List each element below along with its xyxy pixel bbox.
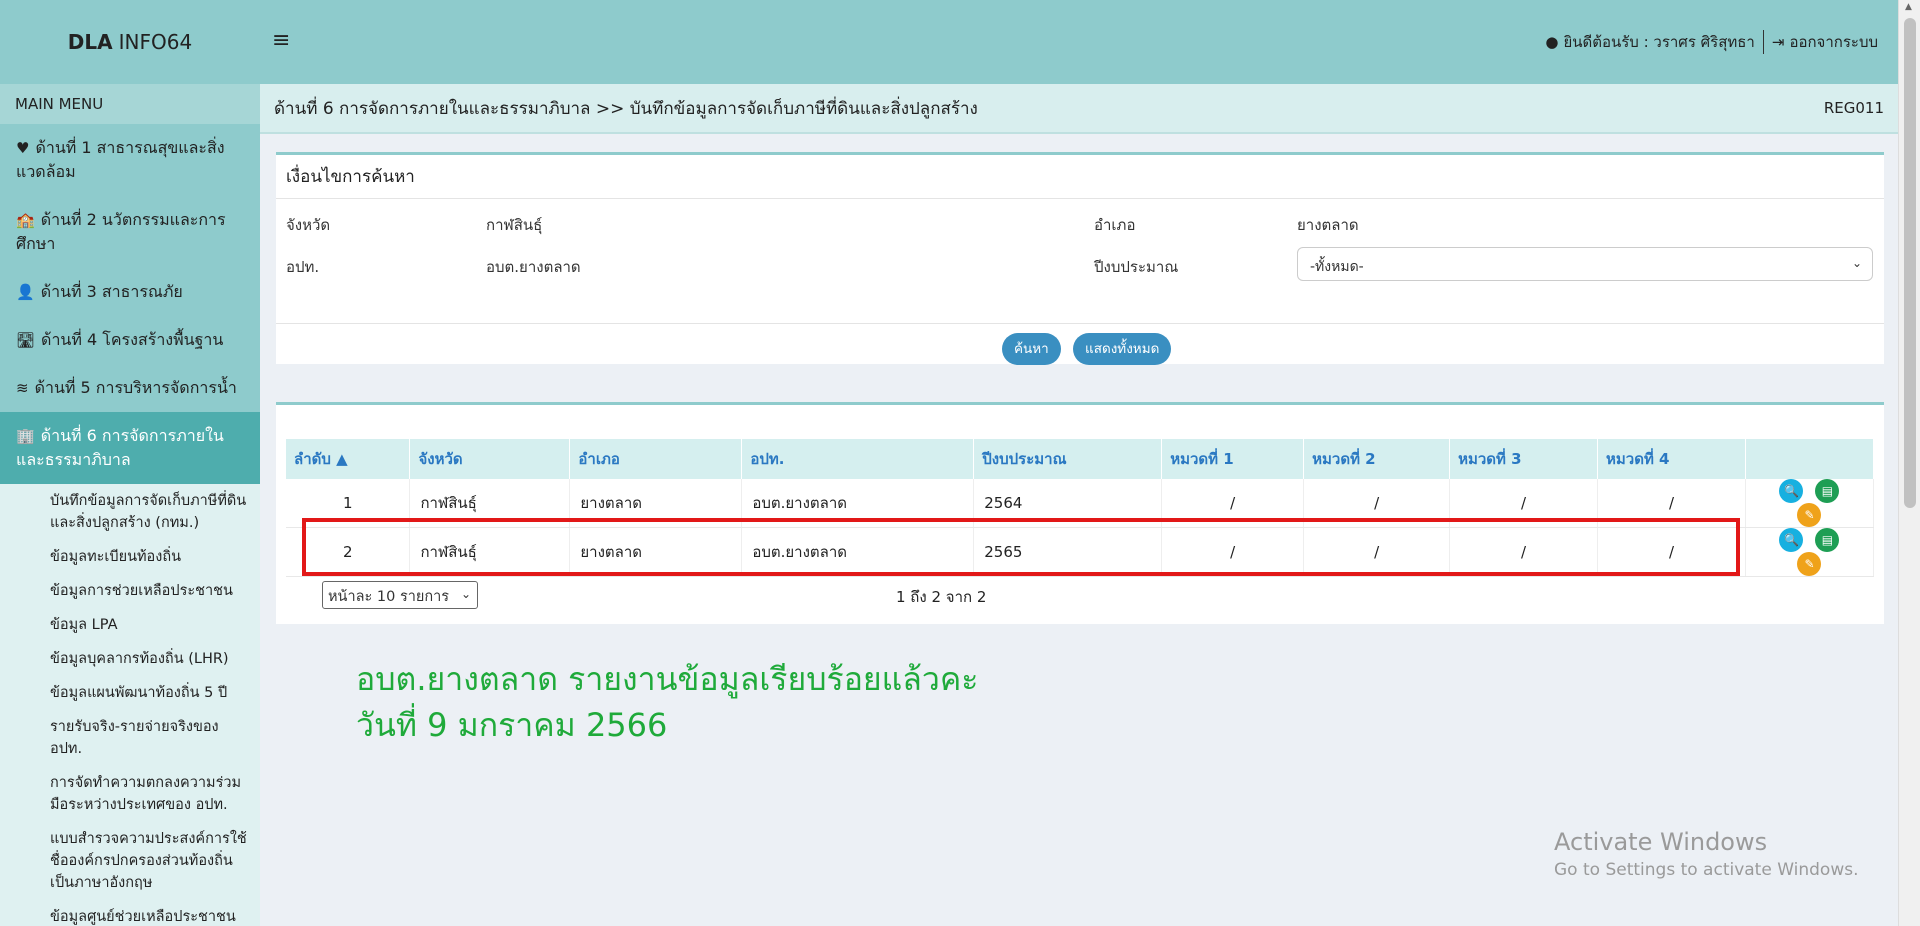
edit-icon[interactable]: ✎ <box>1797 552 1822 576</box>
col-header-cat3[interactable]: หมวดที่ 3 <box>1449 439 1598 479</box>
notice-line-2: วันที่ 9 มกราคม 2566 <box>356 706 668 744</box>
user-shield-icon: 👤 <box>16 283 35 301</box>
form-row-org: อปท. อบต.ยางตลาด ปีงบประมาณ -ทั้งหมด- ⌄ <box>276 247 1884 285</box>
table-header-row: ลำดับ ▲ จังหวัด อำเภอ อปท. ปีงบประมาณ หม… <box>286 439 1875 479</box>
sidebar-item-label: ด้านที่ 6 การจัดการภายในและธรรมาภิบาล <box>16 426 224 469</box>
main-content: ด้านที่ 6 การจัดการภายในและธรรมาภิบาล >>… <box>260 84 1898 926</box>
scroll-up-arrow-icon[interactable]: ▲ <box>1905 2 1912 12</box>
breadcrumb-path: ด้านที่ 6 การจัดการภายในและธรรมาภิบาล >>… <box>274 98 978 119</box>
sidebar-item-education[interactable]: 🏫 ด้านที่ 2 นวัตกรรมและการศึกษา <box>0 196 260 268</box>
sidebar-item-water[interactable]: ≋ ด้านที่ 5 การบริหารจัดการน้ำ <box>0 364 260 412</box>
search-panel-title: เงื่อนไขการค้นหา <box>276 155 1884 199</box>
chevron-down-icon: ⌄ <box>460 587 471 601</box>
sidebar-item-label: ด้านที่ 4 โครงสร้างพื้นฐาน <box>41 330 224 349</box>
col-header-org[interactable]: อปท. <box>741 439 975 479</box>
divider <box>1762 30 1764 54</box>
pager-info: 1 ถึง 2 จาก 2 <box>896 588 987 606</box>
water-icon: ≋ <box>16 379 29 397</box>
search-icon[interactable]: 🔍 <box>1779 479 1804 503</box>
search-button[interactable]: ค้นหา <box>1002 333 1061 365</box>
logo-bold: DLA <box>67 30 113 54</box>
page-size-value: หน้าละ 10 รายการ <box>328 589 450 605</box>
school-icon: 🏫 <box>16 211 35 229</box>
col-header-actions <box>1745 439 1875 479</box>
show-all-button[interactable]: แสดงทั้งหมด <box>1073 333 1172 365</box>
highlight-annotation-box <box>302 518 1740 576</box>
submenu-item-english-name[interactable]: แบบสำรวจความประสงค์การใช้ชื่อองค์กรปกครอ… <box>0 822 260 900</box>
button-divider <box>276 323 1884 324</box>
form-row-province: จังหวัด กาฬสินธุ์ อำเภอ ยางตลาด <box>276 213 1884 243</box>
submenu-item-assistance[interactable]: ข้อมูลการช่วยเหลือประชาชน <box>0 574 260 608</box>
road-icon: 🛣 <box>16 331 36 349</box>
submenu-item-5yr-plan[interactable]: ข้อมูลแผนพัฒนาท้องถิ่น 5 ปี <box>0 676 260 710</box>
col-header-cat4[interactable]: หมวดที่ 4 <box>1597 439 1746 479</box>
cell-actions: 🔍 ▤✎ <box>1745 479 1875 528</box>
sidebar-item-disaster[interactable]: 👤 ด้านที่ 3 สาธารณภัย <box>0 268 260 316</box>
submenu-item-intl-agreement[interactable]: การจัดทำความตกลงความร่วมมือระหว่างประเทศ… <box>0 766 260 822</box>
user-area: ● ยินดีต้อนรับ : วราศร ศิริสุทธา ⇥ ออกจา… <box>1545 30 1878 54</box>
activate-windows-watermark: Activate Windows Go to Settings to activ… <box>1554 828 1859 880</box>
sidebar-item-label: ด้านที่ 3 สาธารณภัย <box>40 282 183 301</box>
sidebar-item-label: ด้านที่ 5 การบริหารจัดการน้ำ <box>34 378 237 397</box>
building-icon: 🏢 <box>16 427 35 445</box>
watermark-line-1: Activate Windows <box>1554 828 1768 856</box>
sidebar-item-governance[interactable]: 🏢 ด้านที่ 6 การจัดการภายในและธรรมาภิบาล <box>0 412 260 484</box>
district-value: ยางตลาด <box>1297 216 1359 234</box>
hamburger-menu-icon[interactable]: ≡ <box>272 28 290 53</box>
results-panel: ลำดับ ▲ จังหวัด อำเภอ อปท. ปีงบประมาณ หม… <box>276 402 1884 624</box>
edit-icon[interactable]: ✎ <box>1797 503 1822 527</box>
col-header-cat2[interactable]: หมวดที่ 2 <box>1303 439 1451 479</box>
province-label: จังหวัด <box>286 216 331 234</box>
year-select[interactable]: -ทั้งหมด- ⌄ <box>1297 247 1873 281</box>
heartbeat-icon: ♥ <box>16 139 30 157</box>
year-label: ปีงบประมาณ <box>1094 258 1179 276</box>
submenu: บันทึกข้อมูลการจัดเก็บภาษีที่ดินและสิ่งป… <box>0 484 260 926</box>
page-size-select[interactable]: หน้าละ 10 รายการ ⌄ <box>322 581 478 609</box>
sidebar-item-health[interactable]: ♥ ด้านที่ 1 สาธารณสุขและสิ่งแวดล้อม <box>0 124 260 196</box>
search-panel: เงื่อนไขการค้นหา จังหวัด กาฬสินธุ์ อำเภอ… <box>276 152 1884 365</box>
sidebar: MAIN MENU ♥ ด้านที่ 1 สาธารณสุขและสิ่งแวด… <box>0 84 260 926</box>
logout-link[interactable]: ออกจากระบบ <box>1789 30 1878 54</box>
col-header-province[interactable]: จังหวัด <box>409 439 571 479</box>
user-circle-icon: ● <box>1545 33 1559 51</box>
breadcrumb: ด้านที่ 6 การจัดการภายในและธรรมาภิบาล >>… <box>260 84 1898 134</box>
document-icon[interactable]: ▤ <box>1815 479 1840 503</box>
submenu-item-land-tax[interactable]: บันทึกข้อมูลการจัดเก็บภาษีที่ดินและสิ่งป… <box>0 484 260 540</box>
logo-light: INFO64 <box>118 30 193 54</box>
sidebar-item-label: ด้านที่ 1 สาธารณสุขและสิ่งแวดล้อม <box>16 138 225 181</box>
app-logo[interactable]: DLA INFO64 <box>0 0 260 84</box>
welcome-text: ยินดีต้อนรับ : วราศร ศิริสุทธา <box>1563 33 1755 51</box>
submenu-item-revenue[interactable]: รายรับจริง-รายจ่ายจริงของ อปท. <box>0 710 260 766</box>
cell-actions: 🔍 ▤✎ <box>1745 527 1875 577</box>
scrollbar-thumb[interactable] <box>1904 18 1916 508</box>
org-value: อบต.ยางตลาด <box>486 258 581 276</box>
notice-annotation: อบต.ยางตลาด รายงานข้อมูลเรียบร้อยแล้วคะ … <box>356 656 978 748</box>
vertical-scrollbar[interactable]: ▲ <box>1898 0 1920 926</box>
document-icon[interactable]: ▤ <box>1815 528 1840 552</box>
page-code: REG011 <box>1823 99 1884 117</box>
main-menu-title: MAIN MENU <box>0 84 260 124</box>
watermark-line-2: Go to Settings to activate Windows. <box>1554 860 1859 880</box>
col-header-order[interactable]: ลำดับ ▲ <box>286 439 411 479</box>
col-header-district[interactable]: อำเภอ <box>569 439 743 479</box>
submenu-item-lpa[interactable]: ข้อมูล LPA <box>0 608 260 642</box>
submenu-item-help-center[interactable]: ข้อมูลศูนย์ช่วยเหลือประชาชน <box>0 900 260 926</box>
province-value: กาฬสินธุ์ <box>486 216 543 234</box>
col-header-year[interactable]: ปีงบประมาณ <box>973 439 1163 479</box>
sidebar-item-infrastructure[interactable]: 🛣 ด้านที่ 4 โครงสร้างพื้นฐาน <box>0 316 260 364</box>
year-select-value: -ทั้งหมด- <box>1310 259 1364 275</box>
submenu-item-registry[interactable]: ข้อมูลทะเบียนท้องถิ่น <box>0 540 260 574</box>
pager-row: หน้าละ 10 รายการ ⌄ 1 ถึง 2 จาก 2 <box>276 581 1884 611</box>
search-icon[interactable]: 🔍 <box>1779 528 1804 552</box>
org-label: อปท. <box>286 258 320 276</box>
sign-out-icon[interactable]: ⇥ <box>1772 33 1785 51</box>
submenu-item-lhr[interactable]: ข้อมูลบุคลากรท้องถิ่น (LHR) <box>0 642 260 676</box>
top-header: DLA INFO64 ≡ ● ยินดีต้อนรับ : วราศร ศิริ… <box>0 0 1898 84</box>
chevron-down-icon: ⌄ <box>1851 256 1862 270</box>
district-label: อำเภอ <box>1094 216 1136 234</box>
notice-line-1: อบต.ยางตลาด รายงานข้อมูลเรียบร้อยแล้วคะ <box>356 660 979 698</box>
col-header-cat1[interactable]: หมวดที่ 1 <box>1161 439 1305 479</box>
sidebar-item-label: ด้านที่ 2 นวัตกรรมและการศึกษา <box>16 210 226 253</box>
